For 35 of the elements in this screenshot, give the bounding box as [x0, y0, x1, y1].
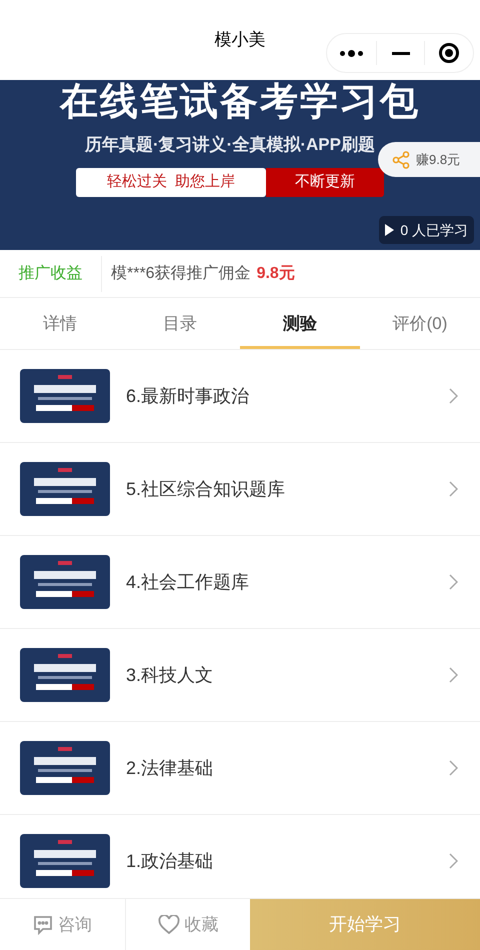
- tab[interactable]: 目录: [120, 298, 240, 349]
- quiz-title: 2.法律基础: [126, 756, 214, 780]
- window-title: 模小美: [214, 29, 266, 52]
- play-icon: [385, 224, 394, 236]
- chevron-right-icon: [449, 667, 458, 683]
- share-button[interactable]: 赚9.8元: [378, 142, 480, 177]
- chevron-right-icon: [449, 853, 458, 869]
- learners-badge: 0 人已学习: [379, 216, 474, 244]
- chevron-right-icon: [449, 388, 458, 404]
- quiz-title: 4.社会工作题库: [126, 570, 250, 594]
- tab[interactable]: 详情: [0, 298, 120, 349]
- share-icon: [392, 150, 410, 168]
- banner-tag: 不断更新: [266, 168, 384, 196]
- quiz-title: 3.科技人文: [126, 664, 214, 686]
- banner-slogan: 轻松过关 助您上岸: [76, 168, 266, 196]
- quiz-item[interactable]: 4.社会工作题库: [0, 536, 480, 629]
- chevron-right-icon: [449, 574, 458, 590]
- chat-icon: [33, 914, 53, 934]
- quiz-title: 1.政治基础: [126, 850, 214, 872]
- tab[interactable]: 评价(0): [360, 298, 480, 349]
- chevron-right-icon: [449, 481, 458, 497]
- promo-label: 推广收益: [0, 256, 102, 292]
- tab[interactable]: 测验: [240, 298, 360, 349]
- chevron-right-icon: [449, 760, 458, 776]
- promo-message: 模***6获得推广佣金: [110, 264, 251, 284]
- quiz-title: 6.最新时事政治: [126, 384, 250, 408]
- heart-icon: [158, 914, 180, 934]
- promo-amount: 9.8元: [256, 264, 295, 284]
- quiz-item[interactable]: 5.社区综合知识题库: [0, 443, 480, 536]
- quiz-title: 5.社区综合知识题库: [126, 478, 286, 500]
- banner-subline: 历年真题·复习讲义·全真模拟·APP刷题: [85, 134, 375, 156]
- quiz-item[interactable]: 3.科技人文: [0, 629, 480, 722]
- quiz-item[interactable]: 2.法律基础: [0, 722, 480, 815]
- banner-headline: 在线笔试备考学习包: [60, 82, 420, 122]
- quiz-item[interactable]: 6.最新时事政治: [0, 350, 480, 443]
